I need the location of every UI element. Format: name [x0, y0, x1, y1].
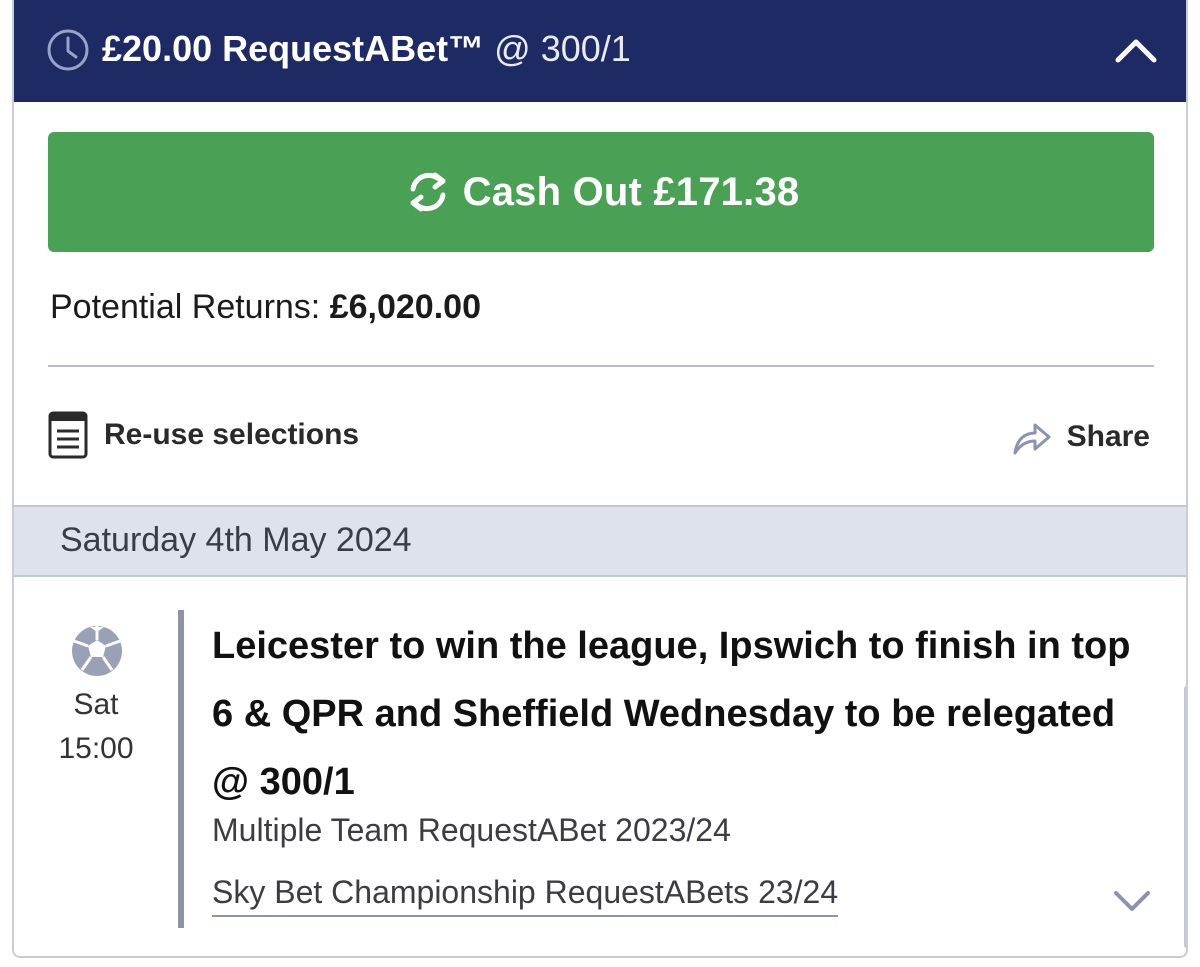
- potential-returns-amount: £6,020.00: [329, 288, 481, 326]
- event-link[interactable]: Sky Bet Championship RequestABets 23/24: [212, 874, 839, 917]
- reuse-selections-label: Re-use selections: [104, 418, 360, 451]
- reuse-selections-button[interactable]: Re-use selections: [48, 410, 359, 460]
- date-label: Saturday 4th May 2024: [60, 521, 412, 559]
- chevron-up-icon[interactable]: [1112, 30, 1160, 70]
- refresh-icon: [410, 172, 446, 212]
- bet-header[interactable]: £20.00 RequestABet™ @ 300/1: [14, 0, 1186, 102]
- selection-divider: [178, 610, 184, 928]
- market-name: Multiple Team RequestABet 2023/24: [212, 812, 731, 848]
- selection-title: Leicester to win the league, Ipswich to …: [212, 625, 1131, 803]
- share-arrow-icon: [1013, 423, 1051, 455]
- event-time: 15:00: [58, 732, 134, 765]
- potential-returns: Potential Returns: £6,020.00: [50, 287, 481, 327]
- football-icon: [72, 626, 122, 676]
- share-label: Share: [1066, 420, 1150, 453]
- bet-odds: @ 300/1: [494, 28, 631, 69]
- cash-out-button[interactable]: Cash Out £171.38: [48, 132, 1154, 252]
- cash-out-label: Cash Out £171.38: [462, 169, 800, 214]
- scrollbar[interactable]: [1184, 686, 1186, 948]
- bet-stake: £20.00 RequestABet™: [102, 28, 485, 69]
- date-header: Saturday 4th May 2024: [14, 505, 1186, 577]
- potential-returns-label: Potential Returns:: [50, 288, 321, 326]
- bet-card: £20.00 RequestABet™ @ 300/1 Cash Out £17…: [12, 0, 1188, 958]
- list-icon: [48, 411, 88, 459]
- bet-title: £20.00 RequestABet™ @ 300/1: [102, 27, 631, 71]
- clock-icon: [47, 29, 89, 71]
- event-day: Sat: [73, 688, 119, 721]
- divider: [48, 365, 1154, 367]
- chevron-down-icon[interactable]: [1110, 885, 1154, 915]
- share-button[interactable]: Share: [1011, 412, 1150, 462]
